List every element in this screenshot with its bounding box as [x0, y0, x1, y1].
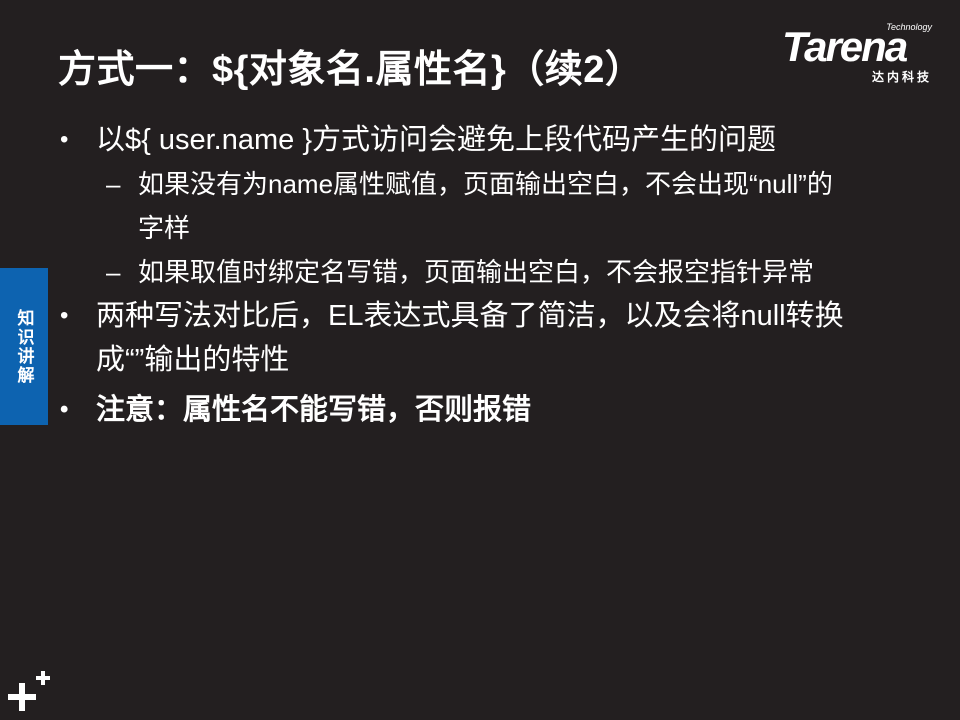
bullet-dot-icon: • [60, 396, 69, 423]
sub-bullet-text: 如果取值时绑定名写错，页面输出空白，不会报空指针异常 [138, 257, 815, 287]
slide-title: 方式一：${对象名.属性名}（续2） [58, 49, 644, 91]
logo-chinese-text: 达内科技 [871, 70, 932, 84]
bullet-dot-icon: • [60, 302, 69, 329]
tarena-logo: Technology Tarena 达内科技 [780, 22, 946, 86]
sub-bullet-item: – 如果取值时绑定名写错，页面输出空白，不会报空指针异常 [58, 250, 878, 294]
bullet-text: 两种写法对比后，EL表达式具备了简洁，以及会将null转换成“”输出的特性 [96, 300, 844, 376]
dash-icon: – [106, 257, 121, 287]
side-tab-label: 知识讲解 [14, 308, 34, 385]
bullet-item: • 两种写法对比后，EL表达式具备了简洁，以及会将null转换成“”输出的特性 [58, 294, 878, 382]
side-tab: 知识讲解 [0, 268, 48, 425]
logo-wordmark: Tarena [782, 23, 908, 70]
plus-plus-icon [8, 671, 50, 711]
dash-icon: – [106, 169, 121, 199]
sub-bullet-text: 如果没有为name属性赋值，页面输出空白，不会出现“null”的字样 [138, 169, 833, 243]
bullet-text: 以${ user.name }方式访问会避免上段代码产生的问题 [96, 124, 777, 156]
slide-content: • 以${ user.name }方式访问会避免上段代码产生的问题 – 如果没有… [58, 118, 878, 432]
bullet-item-emphasis: • 注意：属性名不能写错，否则报错 [58, 388, 878, 432]
bullet-text: 注意：属性名不能写错，否则报错 [96, 394, 532, 426]
bullet-dot-icon: • [60, 126, 69, 153]
bullet-item: • 以${ user.name }方式访问会避免上段代码产生的问题 [58, 118, 878, 162]
sub-bullet-item: – 如果没有为name属性赋值，页面输出空白，不会出现“null”的字样 [58, 162, 878, 250]
